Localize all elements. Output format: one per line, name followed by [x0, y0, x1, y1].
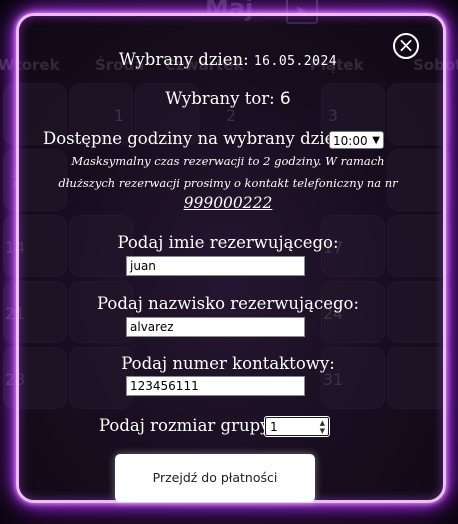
- group-size-stepper[interactable]: 1 ▲ ▼: [264, 416, 330, 437]
- contact-number-label: Podaj numer kontaktowy:: [121, 354, 335, 373]
- proceed-to-payment-button[interactable]: Przejdź do płatności: [115, 454, 315, 502]
- spinner-arrows-icon[interactable]: ▲ ▼: [320, 419, 325, 435]
- selected-lane-label: Wybrany tor:: [165, 89, 275, 108]
- group-size-value: 1: [270, 420, 278, 434]
- hours-select[interactable]: 10:00 ▼: [329, 131, 384, 149]
- first-name-label: Podaj imie rezerwującego:: [117, 233, 339, 252]
- first-name-field[interactable]: juan: [126, 256, 305, 276]
- selected-lane-row: Wybrany tor: 6: [16, 89, 440, 109]
- selected-day-row: Wybrany dzien: 16.05.2024: [16, 50, 440, 69]
- selected-day-value: 16.05.2024: [253, 54, 338, 69]
- phone-number-link[interactable]: 999000222: [16, 194, 440, 212]
- contact-number-field[interactable]: 123456111: [126, 376, 305, 396]
- selected-day-label: Wybrany dzien:: [118, 50, 249, 69]
- hours-label: Dostępne godziny na wybrany dzień:: [43, 129, 351, 148]
- group-size-label: Podaj rozmiar grupy:: [99, 416, 276, 435]
- last-name-field[interactable]: alvarez: [126, 317, 305, 337]
- reservation-note-line-2: dłuższych rezerwacji prosimy o kontakt t…: [58, 176, 398, 190]
- last-name-label: Podaj nazwisko rezerwującego:: [96, 294, 360, 313]
- reservation-screen: Maj ▶ Wtorek Środa Czwartek Piątek Sobot…: [0, 0, 458, 524]
- selected-lane-value: 6: [279, 89, 291, 109]
- hours-select-value: 10:00: [333, 134, 368, 148]
